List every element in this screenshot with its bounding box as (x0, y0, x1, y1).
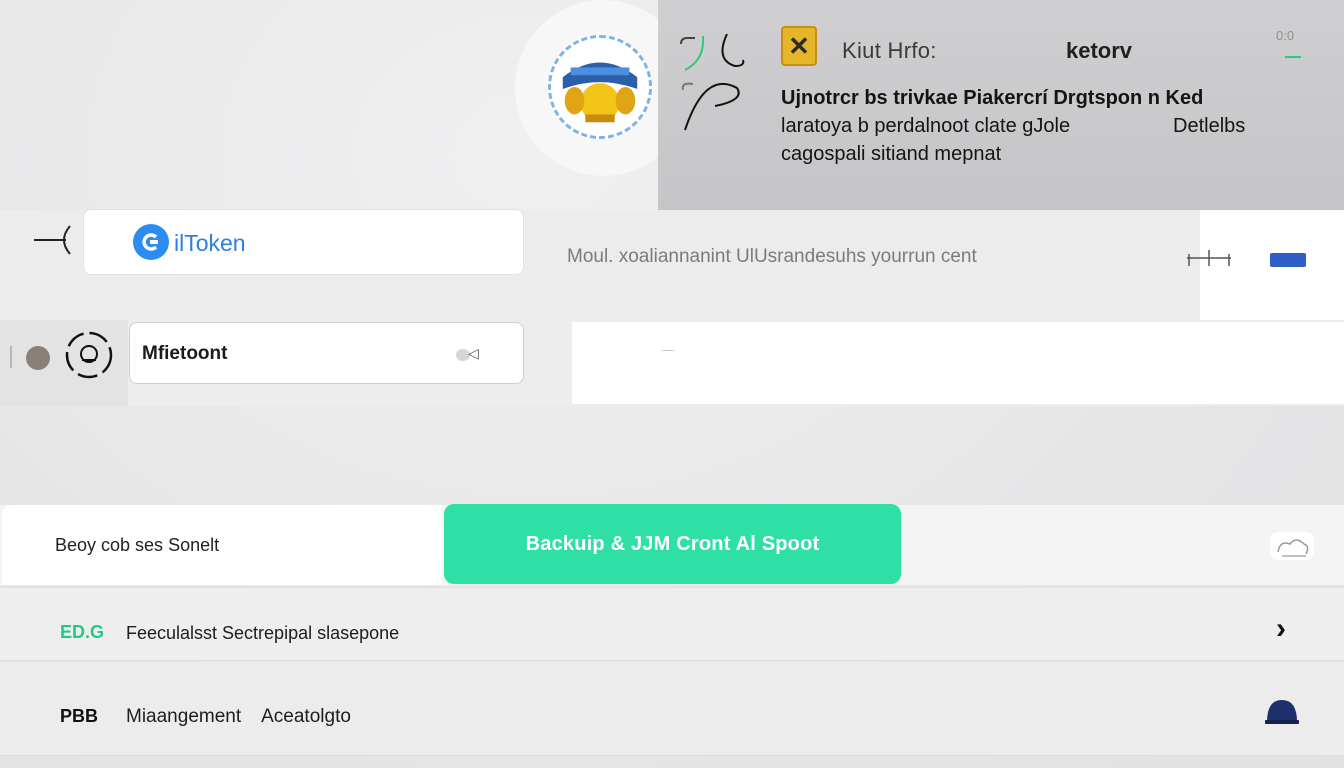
list-item[interactable]: PBB Miaangement Aceatolgto (0, 662, 1344, 756)
list-item[interactable]: ED.G Feeculalsst Sectrepipal slasepone › (0, 587, 1344, 661)
info-line-2-tail[interactable]: Detlelbs (1173, 112, 1245, 140)
avatar-image (551, 38, 649, 136)
chevron-right-icon[interactable]: › (1276, 612, 1286, 646)
wallet-subtitle: Moul. xoaliannanint UlUsrandesuhs yourru… (567, 246, 977, 267)
app-screen: ✕ Kiut Hrfo: ketorv 0:0 Ujnotrcr bs triv… (0, 0, 1344, 768)
list-item-code: ED.G (60, 622, 105, 642)
backup-label: Beoy cob ses Sonelt (55, 535, 220, 555)
list-item-label-1: Miaangement (126, 706, 242, 727)
toggle-indicator (1285, 56, 1301, 58)
info-toggle[interactable]: 0:0 (1276, 28, 1294, 43)
status-dot-icon (26, 346, 50, 370)
info-tag[interactable]: ketorv (1066, 38, 1132, 64)
back-arrow-icon[interactable] (30, 222, 74, 258)
scan-icon[interactable] (62, 330, 116, 380)
info-line-2-text: laratoya b perdalnoot clate gJole (781, 115, 1071, 137)
helmet-icon[interactable] (1265, 698, 1299, 724)
wallet-selector[interactable]: ilToken (83, 209, 524, 275)
info-description: Ujnotrcr bs trivkae Piakercrí Drgtspon n… (781, 84, 1321, 168)
backup-button[interactable]: Backuip & JJM Cront Al Spoot (444, 504, 901, 584)
list-item-label: Miaangement Aceatolgto (126, 706, 351, 728)
account-label: Mfietoont (142, 343, 228, 364)
row-marker (10, 346, 12, 368)
account-detail-panel (572, 322, 1344, 404)
signature-sketch-icon (680, 33, 745, 131)
wallet-logo-icon (133, 224, 169, 260)
list-item-label: Feeculalsst Sectrepipal slasepone (126, 623, 400, 643)
list-item-label-2: Aceatolgto (261, 706, 351, 727)
menu-pill-button[interactable] (1270, 253, 1306, 267)
detail-dash (662, 350, 674, 351)
signal-chart-icon (1187, 250, 1231, 266)
info-title: Kiut Hrfo: (842, 38, 937, 63)
list-item-code: PBB (60, 706, 99, 726)
avatar[interactable] (548, 35, 652, 139)
caret-left-icon[interactable]: ◁ (468, 345, 479, 362)
cloud-icon[interactable] (1270, 532, 1314, 560)
close-badge-icon[interactable]: ✕ (781, 26, 817, 66)
info-line-3: cagospali sitiand mepnat (781, 143, 1002, 165)
info-line-1: Ujnotrcr bs trivkae Piakercrí Drgtspon n… (781, 87, 1204, 109)
info-line-2: laratoya b perdalnoot clate gJole Detlel… (781, 112, 1321, 140)
wallet-name: ilToken (174, 230, 246, 256)
account-input[interactable]: Mfietoont ◁ (129, 322, 524, 384)
